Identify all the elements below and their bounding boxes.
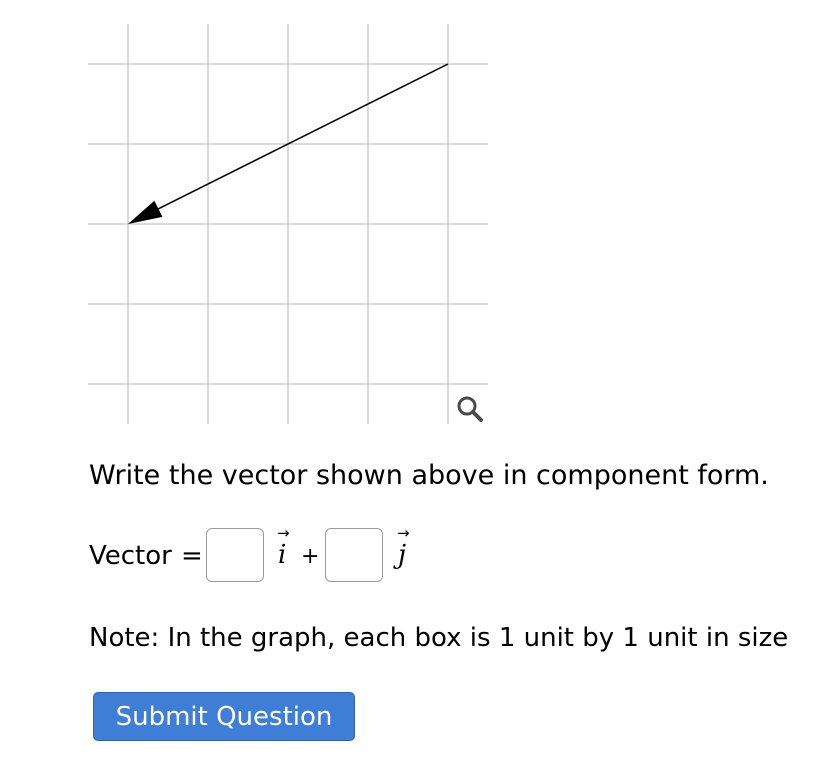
- grid-lines: [88, 24, 488, 424]
- note-text: Note: In the graph, each box is 1 unit b…: [89, 623, 789, 653]
- vector-label: Vector: [89, 541, 172, 571]
- i-component-input[interactable]: [206, 528, 264, 582]
- unit-j-letter: j: [398, 540, 407, 570]
- plus-sign: +: [301, 544, 320, 569]
- unit-vector-i: → i: [274, 524, 300, 584]
- magnifier-icon[interactable]: [452, 393, 492, 425]
- vector-arrowhead: [128, 200, 163, 224]
- question-prompt: Write the vector shown above in componen…: [89, 460, 769, 491]
- j-component-input[interactable]: [325, 528, 383, 582]
- equals-sign: =: [181, 541, 203, 571]
- unit-i-letter: i: [278, 540, 287, 570]
- vector-shaft: [158, 63, 449, 210]
- vector-answer-row: Vector = → i + → j: [89, 524, 509, 588]
- submit-question-button[interactable]: Submit Question: [93, 692, 355, 741]
- unit-vector-j: → j: [394, 524, 420, 584]
- vector-graph: [88, 24, 488, 424]
